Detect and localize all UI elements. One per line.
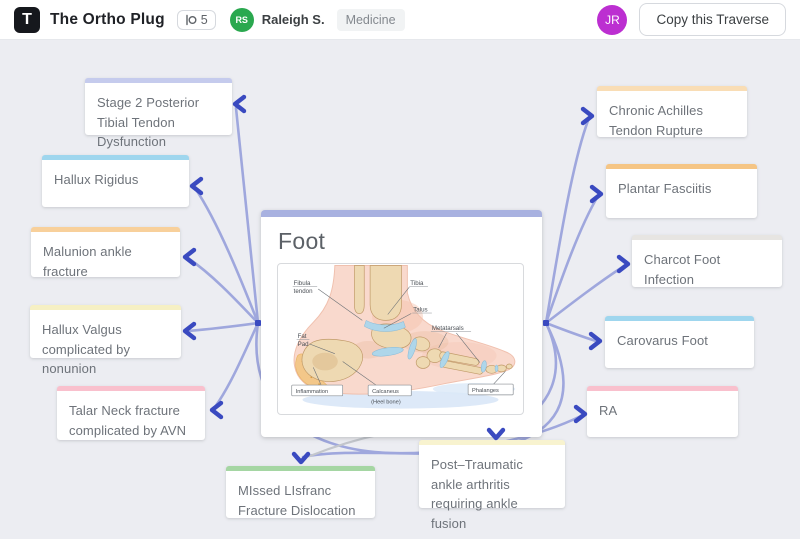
arrowhead-left-icon	[235, 97, 244, 111]
node-label: Post–Traumatic ankle arthritis requiring…	[431, 457, 523, 531]
connector-hallux-rigidus	[195, 188, 258, 323]
node-label: Carovarus Foot	[617, 333, 708, 348]
foot-anatomy-image: Fibula tendon Tibia Talus Metatarsals Fa…	[277, 263, 524, 415]
foot-label-inflammation: Inflammation	[296, 389, 328, 395]
node-label: Stage 2 Posterior Tibial Tendon Dysfunct…	[97, 95, 199, 149]
connector-plantar	[546, 196, 598, 323]
connector-carovarus	[546, 323, 596, 341]
traverse-count-badge: 5	[177, 10, 216, 30]
arrowhead-left-icon	[212, 403, 221, 417]
node-ra[interactable]: RA	[587, 386, 738, 437]
foot-label-heel-bone: (Heel bone)	[371, 400, 401, 406]
connector-talar-neck	[215, 323, 258, 407]
arrowhead-right-icon	[592, 187, 601, 201]
node-label: Talar Neck fracture complicated by AVN	[69, 403, 186, 438]
node-label: Chronic Achilles Tendon Rupture	[609, 103, 703, 138]
arrowhead-right-icon	[591, 334, 600, 348]
node-label: Hallux Rigidus	[54, 172, 139, 187]
foot-label-phalanges: Phalanges	[472, 388, 499, 394]
right-fan-node	[543, 320, 549, 326]
node-carovarus-foot[interactable]: Carovarus Foot	[605, 316, 754, 368]
node-plantar-fasciitis[interactable]: Plantar Fasciitis	[606, 164, 757, 218]
foot-label-pad: Pad	[298, 341, 310, 348]
arrowhead-left-icon	[185, 324, 194, 338]
foot-label-calcaneus: Calcaneus	[372, 389, 399, 395]
foot-anatomy-illustration: Fibula tendon Tibia Talus Metatarsals Fa…	[278, 264, 523, 414]
center-node-foot[interactable]: Foot	[261, 210, 542, 437]
center-node-title: Foot	[261, 217, 542, 263]
node-label: MIssed LIsfranc Fracture Dislocation	[238, 483, 356, 518]
app-logo[interactable]: T	[14, 7, 40, 33]
arrowhead-left-icon	[185, 250, 194, 264]
foot-label-tendon: tendon	[294, 288, 313, 295]
foot-label-metatarsals: Metatarsals	[432, 325, 464, 332]
node-lisfranc-fracture[interactable]: MIssed LIsfranc Fracture Dislocation	[226, 466, 375, 518]
author-avatar[interactable]: RS	[230, 8, 254, 32]
arrowhead-right-icon	[583, 109, 592, 123]
foot-label-fat: Fat	[298, 333, 307, 340]
arrowhead-right-icon	[619, 257, 628, 271]
node-charcot-foot-infection[interactable]: Charcot Foot Infection	[632, 235, 782, 287]
traverse-canvas[interactable]: Foot	[0, 0, 800, 539]
node-malunion-ankle-fracture[interactable]: Malunion ankle fracture	[31, 227, 180, 277]
connector-malunion	[188, 258, 258, 323]
foot-label-fibula: Fibula	[294, 280, 311, 287]
node-post-traumatic-arthritis[interactable]: Post–Traumatic ankle arthritis requiring…	[419, 440, 565, 508]
connector-hallux-valgus	[188, 323, 258, 331]
node-label: RA	[599, 403, 617, 418]
node-talar-neck-fracture[interactable]: Talar Neck fracture complicated by AVN	[57, 386, 205, 440]
traverse-count-value: 5	[201, 13, 208, 27]
node-label: Plantar Fasciitis	[618, 181, 711, 196]
connector-charcot	[546, 266, 624, 323]
app-header: T The Ortho Plug 5 RS Raleigh S. Medicin…	[0, 0, 800, 40]
node-chronic-achilles-rupture[interactable]: Chronic Achilles Tendon Rupture	[597, 86, 747, 137]
node-stage2-posterior-tibial[interactable]: Stage 2 Posterior Tibial Tendon Dysfunct…	[85, 78, 232, 135]
copy-traverse-button[interactable]: Copy this Traverse	[639, 3, 786, 36]
arrowhead-down-icon	[294, 454, 308, 462]
arrowhead-left-icon	[192, 179, 201, 193]
node-label: Charcot Foot Infection	[644, 252, 720, 287]
node-label: Hallux Valgus complicated by nonunion	[42, 322, 130, 376]
user-avatar[interactable]: JR	[597, 5, 627, 35]
foot-label-talus: Talus	[413, 307, 427, 314]
foot-label-tibia: Tibia	[410, 280, 424, 287]
traverse-title: The Ortho Plug	[50, 11, 165, 29]
author-name: Raleigh S.	[262, 12, 325, 27]
arrowhead-right-icon	[576, 407, 585, 421]
node-hallux-rigidus[interactable]: Hallux Rigidus	[42, 155, 189, 207]
connector-chronic-achilles	[546, 118, 589, 323]
node-label: Malunion ankle fracture	[43, 244, 132, 279]
traverse-count-icon	[185, 14, 197, 26]
connector-stage2	[236, 108, 258, 323]
node-hallux-valgus[interactable]: Hallux Valgus complicated by nonunion	[30, 305, 181, 358]
category-badge: Medicine	[337, 9, 405, 31]
